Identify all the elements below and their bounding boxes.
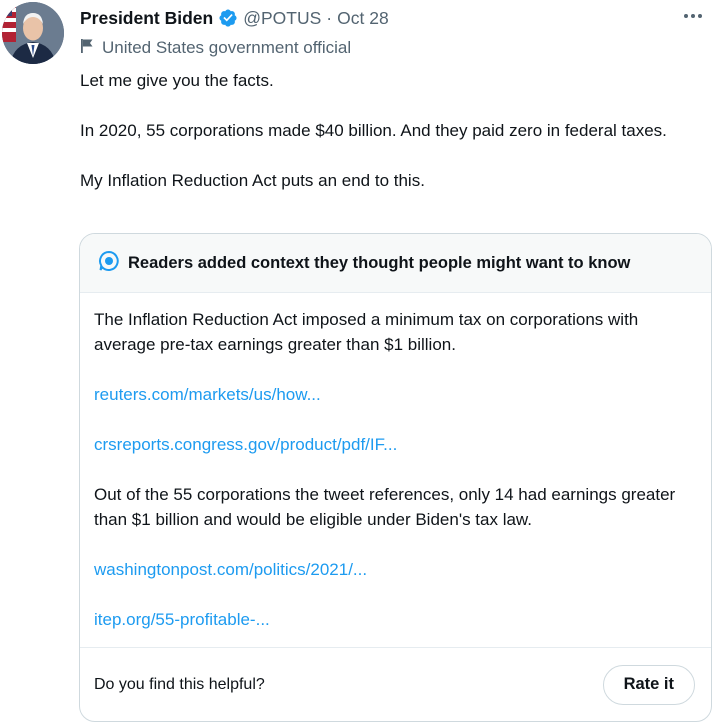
note-paragraph: Out of the 55 corporations the tweet ref… xyxy=(94,485,676,529)
tweet-date[interactable]: Oct 28 xyxy=(337,8,389,29)
community-note-title: Readers added context they thought peopl… xyxy=(128,253,631,272)
source-link[interactable]: reuters.com/markets/us/how... xyxy=(94,382,695,407)
tweet-line: Let me give you the facts. xyxy=(80,71,274,90)
author-name[interactable]: President Biden xyxy=(80,8,213,29)
tweet-card: President Biden @POTUS · Oct 28 United S… xyxy=(0,0,720,728)
helpful-question: Do you find this helpful? xyxy=(94,675,265,693)
source-link[interactable]: washingtonpost.com/politics/2021/... xyxy=(94,557,695,582)
community-note-body: The Inflation Reduction Act imposed a mi… xyxy=(80,293,711,632)
rate-it-button[interactable]: Rate it xyxy=(602,664,695,705)
tweet-header: President Biden @POTUS · Oct 28 xyxy=(80,6,389,30)
verified-badge-icon xyxy=(218,8,238,28)
avatar-image xyxy=(2,2,64,64)
community-note-footer: Do you find this helpful? Rate it xyxy=(80,647,711,721)
source-link[interactable]: itep.org/55-profitable-... xyxy=(94,607,695,632)
community-note-header: Readers added context they thought peopl… xyxy=(80,234,711,293)
author-handle[interactable]: @POTUS xyxy=(243,8,321,29)
flag-icon xyxy=(80,38,94,59)
account-label: United States government official xyxy=(80,36,351,60)
separator-dot: · xyxy=(326,7,333,28)
tweet-text: Let me give you the facts. In 2020, 55 c… xyxy=(80,68,700,193)
community-note: Readers added context they thought peopl… xyxy=(79,233,712,722)
community-notes-icon xyxy=(98,250,120,277)
source-link[interactable]: crsreports.congress.gov/product/pdf/IF..… xyxy=(94,432,695,457)
avatar[interactable] xyxy=(2,2,64,64)
account-label-text: United States government official xyxy=(102,38,352,57)
note-paragraph: The Inflation Reduction Act imposed a mi… xyxy=(94,310,639,354)
more-options-icon[interactable] xyxy=(678,4,708,28)
tweet-line: In 2020, 55 corporations made $40 billio… xyxy=(80,121,667,140)
tweet-line: My Inflation Reduction Act puts an end t… xyxy=(80,171,425,190)
